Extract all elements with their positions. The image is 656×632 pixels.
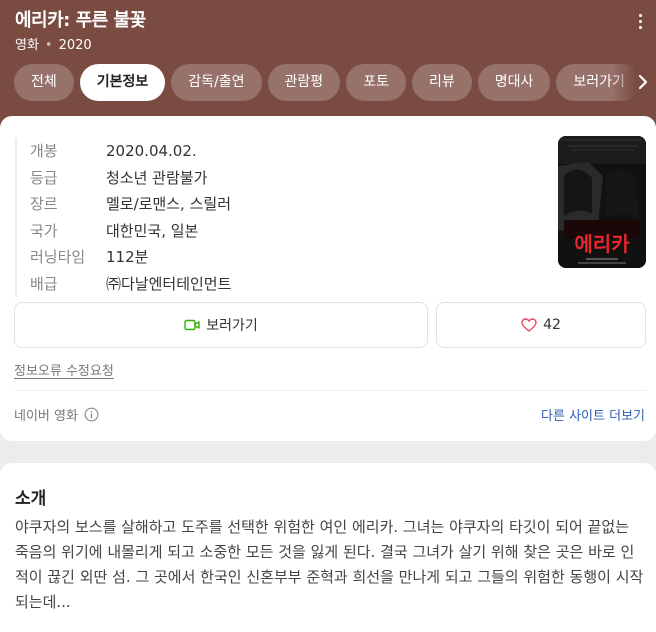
info-row: 러닝타임 112분 xyxy=(30,244,415,271)
info-value: 대한민국, 일본 xyxy=(106,221,199,240)
info-row: 개봉 2020.04.02. xyxy=(30,138,415,165)
tab-4[interactable]: 포토 xyxy=(346,64,406,101)
info-value: 112분 xyxy=(106,248,149,266)
tab-2[interactable]: 감독/출연 xyxy=(171,64,262,101)
info-icon[interactable] xyxy=(84,407,99,422)
poster-title-text: 에리카 xyxy=(574,232,630,256)
info-row: 국가 대한민국, 일본 xyxy=(30,218,415,245)
more-options-icon[interactable] xyxy=(630,8,650,34)
movie-meta: 영화 • 2020 xyxy=(15,34,92,53)
movie-poster[interactable]: 에리카 xyxy=(558,136,646,268)
separator-dot: • xyxy=(44,38,53,53)
tab-3[interactable]: 관람평 xyxy=(267,64,341,101)
tab-bar: 전체 기본정보 감독/출연 관람평 포토 리뷰 명대사 보러가기 xyxy=(14,64,634,102)
source-name: 네이버 영화 xyxy=(14,409,78,424)
watch-button[interactable]: 보러가기 xyxy=(14,302,428,348)
like-count: 42 xyxy=(543,317,561,333)
like-button[interactable]: 42 xyxy=(436,302,646,348)
info-key: 배급 xyxy=(30,274,58,293)
info-key: 국가 xyxy=(30,221,58,240)
info-list: 개봉 2020.04.02. 등급 청소년 관람불가장르 멜로/로맨스, 스릴러국가 대한… xyxy=(15,138,415,297)
movie-year: 2020 xyxy=(58,38,92,53)
watch-button-label: 보러가기 xyxy=(206,318,258,334)
more-sites-link[interactable]: 다른 사이트 더보기 xyxy=(541,405,645,424)
intro-heading: 소개 xyxy=(15,489,47,509)
info-row: 배급 ㈜다날엔터테인먼트 xyxy=(30,271,415,298)
source-label: 네이버 영화 xyxy=(14,405,99,424)
chevron-right-icon[interactable] xyxy=(634,70,652,94)
heart-icon xyxy=(521,318,537,332)
info-row: 장르 멜로/로맨스, 스릴러 xyxy=(30,191,415,218)
tab-1[interactable]: 기본정보 xyxy=(79,64,166,101)
info-key: 장르 xyxy=(30,195,58,213)
movie-header: 에리카: 푸른 불꽃 영화 • 2020 전체 기본정보 감독/출연 관람평 포토 리뷰 명대사… xyxy=(0,0,656,128)
info-value: ㈜다날엔터테인먼트 xyxy=(106,274,232,293)
tab-5[interactable]: 리뷰 xyxy=(411,64,472,101)
info-key: 등급 xyxy=(30,168,58,187)
info-value: 멜로/로맨스, 스릴러 xyxy=(106,195,231,213)
basic-info-card: 개봉 2020.04.02. 등급 청소년 관람불가장르 멜로/로맨스, 스릴러국가 대한… xyxy=(0,116,656,441)
divider xyxy=(14,390,646,391)
tab-0[interactable]: 전체 xyxy=(14,64,74,101)
info-key: 러닝타임 xyxy=(30,248,86,266)
report-error-link[interactable]: 정보오류 수정요청 xyxy=(14,360,114,379)
info-row: 등급 청소년 관람불가 xyxy=(30,165,415,192)
tab-6[interactable]: 명대사 xyxy=(477,64,551,101)
poster-image: 에리카 xyxy=(558,136,646,268)
intro-card: 소개 야쿠자의 보스를 살해하고 도주를 선택한 위험한 여인 에리카. 그녀는… xyxy=(0,463,656,632)
movie-category: 영화 xyxy=(15,38,39,53)
info-key: 개봉 xyxy=(30,142,58,160)
movie-title: 에리카: 푸른 불꽃 xyxy=(15,10,146,31)
video-camera-icon xyxy=(184,319,200,331)
info-value: 청소년 관람불가 xyxy=(106,168,208,187)
intro-text: 야쿠자의 보스를 살해하고 도주를 선택한 위험한 여인 에리카. 그녀는 야쿠… xyxy=(15,518,644,611)
info-value: 2020.04.02. xyxy=(106,142,197,160)
